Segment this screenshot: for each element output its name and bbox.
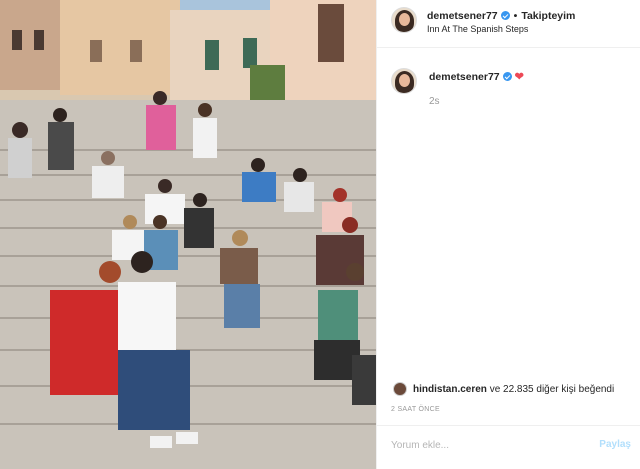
- likes-row: hindistan.ceren ve 22.835 diğer kişi beğ…: [377, 376, 640, 403]
- caption-username-link[interactable]: demetsener77: [429, 71, 500, 83]
- username-link[interactable]: demetsener77: [427, 10, 498, 22]
- verified-badge-icon: [502, 72, 512, 81]
- follow-status-button[interactable]: Takipteyim: [521, 10, 575, 22]
- separator-dot: •: [513, 10, 518, 22]
- header-user-line: demetsener77 • Takipteyim: [427, 10, 575, 22]
- caption-avatar[interactable]: [391, 68, 417, 94]
- comment-box: Paylaş: [377, 425, 640, 469]
- post-photo[interactable]: [0, 0, 376, 469]
- caption-user-line: demetsener77 ❤: [429, 70, 524, 83]
- avatar[interactable]: [391, 7, 417, 33]
- post-comment-button[interactable]: Paylaş: [599, 439, 631, 450]
- post-timestamp[interactable]: 2 SAAT ÖNCE: [391, 406, 440, 413]
- heart-icon: ❤: [514, 71, 524, 83]
- likes-summary[interactable]: hindistan.ceren ve 22.835 diğer kişi beğ…: [413, 384, 614, 395]
- post-side-panel: demetsener77 • Takipteyim Inn At The Spani…: [376, 0, 640, 469]
- post-header: demetsener77 • Takipteyim Inn At The Spani…: [377, 0, 640, 48]
- comment-input[interactable]: [391, 440, 591, 451]
- caption-time: 2s: [429, 96, 440, 107]
- likes-count-text[interactable]: ve 22.835 diğer kişi beğendi: [490, 384, 615, 395]
- location-link[interactable]: Inn At The Spanish Steps: [427, 24, 528, 34]
- verified-badge-icon: [500, 11, 510, 20]
- liker-avatar[interactable]: [393, 382, 407, 396]
- first-liker-link[interactable]: hindistan.ceren: [413, 384, 487, 395]
